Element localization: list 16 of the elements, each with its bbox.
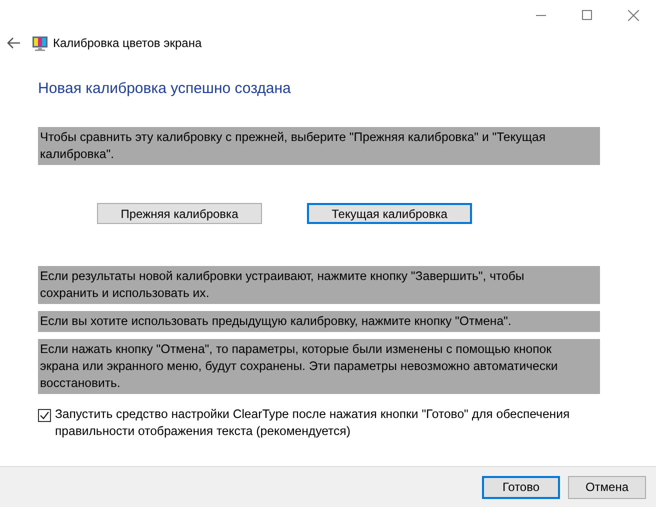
window-title: Калибровка цветов экрана (53, 36, 202, 50)
instruction-text: Чтобы сравнить эту калибровку с прежней, выберите "Прежняя калибровка" и "Текущая калибровка". (38, 127, 600, 165)
back-arrow-icon[interactable] (7, 37, 20, 49)
cancel-button[interactable]: Отмена (568, 476, 646, 498)
info-text: Если результаты новой калибровки устраивают, нажмите кнопку "Завершить", чтобы сохранить и использовать их. (38, 266, 600, 304)
cleartype-checkbox[interactable] (38, 409, 51, 422)
calibration-button[interactable]: Текущая калибровка (307, 203, 472, 224)
calibration-button[interactable]: Прежняя калибровка (97, 203, 262, 224)
page-heading: Новая калибровка успешно создана (38, 80, 292, 97)
cleartype-label: Запустить средство настройки ClearType после нажатия кнопки "Готово" для обеспечения правильности отображения текста (рекомендуется) (55, 406, 571, 440)
monitor-icon (32, 36, 48, 50)
info-text: Если вы хотите использовать предыдущую калибровку, нажмите кнопку "Отмена". (38, 311, 600, 332)
info-text: Если нажать кнопку "Отмена", то параметры, которые были изменены с помощью кнопок экрана или экранного меню, будут сохранены. Эти параметры невозможно автоматически восстановить. (38, 339, 600, 394)
close-icon[interactable] (628, 10, 638, 20)
finish-button[interactable]: Готово (482, 476, 560, 498)
maximize-icon[interactable] (582, 10, 592, 20)
